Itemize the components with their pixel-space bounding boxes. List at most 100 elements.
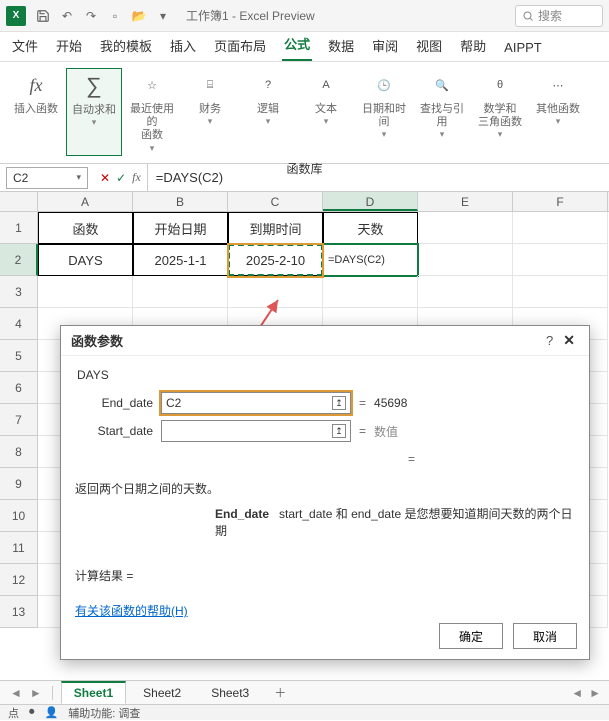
- status-accessibility: 辅助功能: 调查: [68, 705, 140, 721]
- collapse-dialog-icon[interactable]: ↥: [332, 424, 346, 438]
- search-input[interactable]: 搜索: [515, 5, 603, 27]
- tab-help[interactable]: 帮助: [458, 30, 488, 61]
- ok-button[interactable]: 确定: [439, 623, 503, 649]
- tab-home[interactable]: 开始: [54, 30, 84, 61]
- row-header-2[interactable]: 2: [0, 244, 38, 276]
- cancel-formula-icon[interactable]: ✕: [100, 170, 110, 185]
- cell-b2[interactable]: 2025-1-1: [133, 244, 228, 276]
- sheet-nav-prev-icon[interactable]: ◄: [8, 686, 24, 700]
- accept-formula-icon[interactable]: ✓: [116, 170, 126, 185]
- qat-chevron-icon[interactable]: ▾: [154, 7, 172, 25]
- formula-text: =DAYS(C2): [156, 170, 223, 185]
- function-arguments-dialog: 函数参数 ? ✕ DAYS End_date C2 ↥ = 45698 Star…: [60, 325, 590, 660]
- collapse-dialog-icon[interactable]: ↥: [332, 396, 346, 410]
- dialog-help-icon[interactable]: ?: [540, 333, 559, 348]
- equals-sign: =: [359, 424, 366, 438]
- row-header-7[interactable]: 7: [0, 404, 38, 436]
- col-header-a[interactable]: A: [38, 192, 133, 211]
- col-header-c[interactable]: C: [228, 192, 323, 211]
- tab-templates[interactable]: 我的模板: [98, 30, 154, 61]
- datetime-button[interactable]: 🕒日期和时间▾: [356, 68, 412, 156]
- chevron-down-icon[interactable]: ▾: [76, 172, 81, 183]
- new-icon[interactable]: ▫: [106, 7, 124, 25]
- row-header-5[interactable]: 5: [0, 340, 38, 372]
- tab-pagelayout[interactable]: 页面布局: [212, 30, 268, 61]
- col-header-b[interactable]: B: [133, 192, 228, 211]
- cell-f2[interactable]: [513, 244, 608, 276]
- autosum-button[interactable]: ∑自动求和▾: [66, 68, 122, 156]
- row-header-1[interactable]: 1: [0, 212, 38, 244]
- financial-icon: ⌸: [195, 70, 225, 100]
- search-icon: [522, 10, 534, 22]
- recent-functions-button[interactable]: ☆最近使用的 函数▾: [124, 68, 180, 156]
- tab-file[interactable]: 文件: [10, 30, 40, 61]
- scroll-left-icon[interactable]: ◄: [571, 686, 583, 700]
- row-header-3[interactable]: 3: [0, 276, 38, 308]
- cell-e2[interactable]: [418, 244, 513, 276]
- lookup-icon: 🔍: [427, 70, 457, 100]
- record-icon[interactable]: ⏺: [29, 706, 35, 719]
- redo-icon[interactable]: ↷: [82, 7, 100, 25]
- add-sheet-icon[interactable]: ＋: [274, 684, 286, 701]
- scroll-right-icon[interactable]: ►: [589, 686, 601, 700]
- col-header-e[interactable]: E: [418, 192, 513, 211]
- cell-f1[interactable]: [513, 212, 608, 244]
- math-button[interactable]: θ数学和 三角函数▾: [472, 68, 528, 156]
- cell[interactable]: [38, 276, 133, 308]
- select-all-corner[interactable]: [0, 192, 38, 211]
- function-help-link[interactable]: 有关该函数的帮助(H): [75, 602, 188, 619]
- cell-c2[interactable]: 2025-2-10: [228, 244, 323, 276]
- close-icon[interactable]: ✕: [559, 332, 579, 349]
- logical-button[interactable]: ?逻辑▾: [240, 68, 296, 156]
- col-header-d[interactable]: D: [323, 192, 418, 211]
- tab-aippt[interactable]: AIPPT: [502, 34, 544, 61]
- row-header-11[interactable]: 11: [0, 532, 38, 564]
- cell-a1[interactable]: 函数: [38, 212, 133, 244]
- sheet-tab-2[interactable]: Sheet2: [130, 682, 194, 704]
- sigma-icon: ∑: [79, 71, 109, 101]
- formula-input[interactable]: =DAYS(C2): [147, 164, 609, 191]
- tab-data[interactable]: 数据: [326, 30, 356, 61]
- fx-icon[interactable]: fx: [132, 170, 141, 185]
- sheet-nav-next-icon[interactable]: ►: [28, 686, 44, 700]
- row-header-12[interactable]: 12: [0, 564, 38, 596]
- tab-insert[interactable]: 插入: [168, 30, 198, 61]
- name-box[interactable]: C2 ▾: [6, 167, 88, 189]
- sheet-tab-3[interactable]: Sheet3: [198, 682, 262, 704]
- cell-c1[interactable]: 到期时间: [228, 212, 323, 244]
- tab-view[interactable]: 视图: [414, 30, 444, 61]
- start-date-input[interactable]: ↥: [161, 420, 351, 442]
- tab-review[interactable]: 审阅: [370, 30, 400, 61]
- row-header-9[interactable]: 9: [0, 468, 38, 500]
- open-icon[interactable]: 📂: [130, 7, 148, 25]
- col-header-f[interactable]: F: [513, 192, 608, 211]
- cell-a2[interactable]: DAYS: [38, 244, 133, 276]
- financial-button[interactable]: ⌸财务▾: [182, 68, 238, 156]
- accessibility-icon[interactable]: 👤: [45, 706, 59, 719]
- dialog-title: 函数参数: [71, 331, 123, 350]
- row-header-10[interactable]: 10: [0, 500, 38, 532]
- row-header-4[interactable]: 4: [0, 308, 38, 340]
- cell-d1[interactable]: 天数: [323, 212, 418, 244]
- cell-e1[interactable]: [418, 212, 513, 244]
- cell-b1[interactable]: 开始日期: [133, 212, 228, 244]
- status-mode: 点: [8, 705, 19, 721]
- result-equals: =: [75, 452, 575, 466]
- save-icon[interactable]: [34, 7, 52, 25]
- sheet-tab-1[interactable]: Sheet1: [61, 681, 126, 704]
- recent-icon: ☆: [137, 70, 167, 100]
- more-functions-button[interactable]: ⋯其他函数▾: [530, 68, 586, 156]
- cancel-button[interactable]: 取消: [513, 623, 577, 649]
- lookup-button[interactable]: 🔍查找与引用▾: [414, 68, 470, 156]
- undo-icon[interactable]: ↶: [58, 7, 76, 25]
- end-date-input[interactable]: C2 ↥: [161, 392, 351, 414]
- row-header-8[interactable]: 8: [0, 436, 38, 468]
- name-box-value: C2: [13, 171, 28, 185]
- text-button[interactable]: A文本▾: [298, 68, 354, 156]
- tab-formulas[interactable]: 公式: [282, 28, 312, 61]
- insert-function-button[interactable]: fx插入函数: [8, 68, 64, 156]
- row-header-6[interactable]: 6: [0, 372, 38, 404]
- document-title: 工作簿1 - Excel Preview: [186, 7, 315, 24]
- cell-d2[interactable]: =DAYS(C2): [323, 244, 418, 276]
- row-header-13[interactable]: 13: [0, 596, 38, 628]
